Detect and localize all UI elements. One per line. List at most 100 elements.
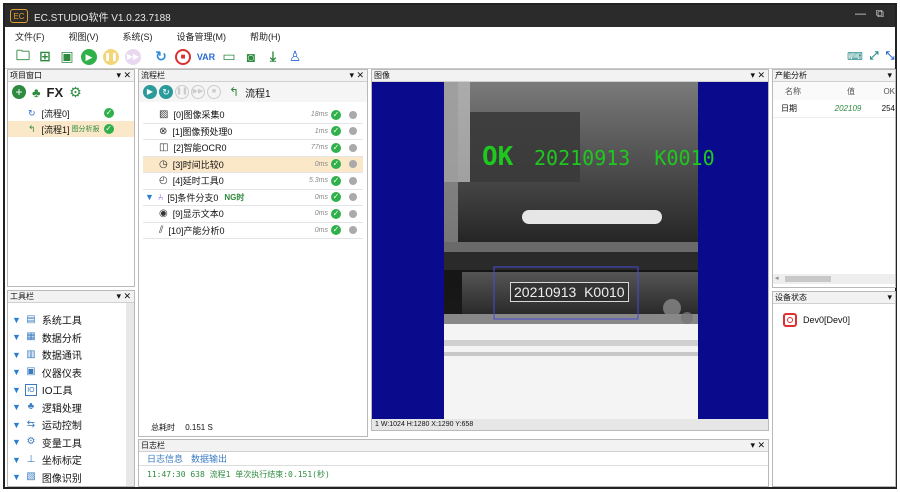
menu-system[interactable]: 系统(S)	[123, 30, 153, 43]
tool-category[interactable]: ▼ ⇆ 运动控制	[8, 416, 134, 434]
breakpoint-icon[interactable]	[349, 209, 357, 218]
tool-category[interactable]: ▼ ▧ 图像识别	[8, 469, 134, 487]
tool-category[interactable]: ▼ ▦ 数据分析	[8, 329, 134, 347]
refresh-icon[interactable]: ↻	[151, 47, 171, 67]
check-icon: ✓	[103, 124, 114, 134]
tool-category[interactable]: ▼ ▤ 系统工具	[8, 311, 134, 329]
run-icon[interactable]: ▶	[79, 47, 99, 67]
user-icon[interactable]: ♙	[285, 47, 305, 67]
breakpoint-icon[interactable]	[349, 176, 357, 185]
ok-status-text: OK	[482, 142, 514, 172]
pause-icon[interactable]: ❚❚	[101, 47, 121, 67]
breakpoint-icon[interactable]	[349, 160, 357, 169]
panel-controls[interactable]: ▾ ✕	[116, 291, 131, 302]
camera-icon[interactable]: ◙	[241, 47, 261, 67]
loop-run-icon[interactable]: ↻	[159, 85, 173, 99]
gear-icon[interactable]: ⚙	[69, 84, 82, 101]
flow-step[interactable]: ⊗ [1]图像预处理0 1ms ✓	[143, 124, 363, 140]
run-flow-icon[interactable]: ▶	[143, 85, 157, 99]
breakpoint-icon[interactable]	[349, 143, 357, 152]
menu-help[interactable]: 帮助(H)	[250, 30, 281, 43]
capacity-row[interactable]: 日期 202109 254	[773, 100, 895, 118]
check-icon: ✓	[331, 109, 341, 120]
delay-icon: ◴	[159, 175, 168, 187]
panel-controls[interactable]: ▾	[887, 292, 892, 303]
scroll-left-icon[interactable]: ◂	[775, 274, 779, 282]
tool-category[interactable]: ▼ ▣ 仪器仪表	[8, 364, 134, 382]
flow-step-time: 0ms	[314, 193, 328, 201]
flow-step[interactable]: ▼ ⑃ [5]条件分支0 NG时 0ms ✓	[143, 190, 363, 206]
panel-controls[interactable]: ▾ ✕	[750, 70, 765, 81]
check-icon: ✓	[331, 142, 341, 153]
cell-ok: 254	[881, 104, 895, 113]
app-logo: EC	[10, 9, 28, 23]
total-time: 总耗时 0.151 S	[151, 422, 213, 433]
breakpoint-icon[interactable]	[349, 193, 357, 202]
stop-flow-icon[interactable]: ■	[207, 85, 221, 99]
device-panel-title: 设备状态	[775, 293, 807, 302]
new-icon[interactable]: ⊞	[35, 47, 55, 67]
open-folder-icon[interactable]: 🗀	[13, 47, 33, 67]
flow-step[interactable]: ◷ [3]时间比较0 0ms ✓	[143, 156, 363, 173]
total-time-label: 总耗时	[151, 423, 175, 432]
camera-device-icon	[783, 313, 797, 327]
flow-step[interactable]: ◴ [4]延时工具0 5.3ms ✓	[143, 173, 363, 190]
restore-button[interactable]: ⧉	[876, 8, 884, 21]
expand-triangle-icon[interactable]: ▼	[145, 192, 154, 202]
flow-panel-header: 流程栏 ▾ ✕	[139, 70, 367, 82]
menu-file[interactable]: 文件(F)	[15, 30, 45, 43]
flow-step-time: 77ms	[310, 144, 328, 152]
scrollbar-thumb[interactable]	[785, 276, 831, 282]
toolbox-panel-header: 工具栏 ▾ ✕	[8, 291, 134, 303]
flow-step[interactable]: ◉ [9]显示文本0 0ms ✓	[143, 206, 363, 223]
tree-icon[interactable]: ♣	[32, 85, 41, 100]
menu-view[interactable]: 视图(V)	[69, 30, 99, 43]
step-flow-icon[interactable]: ▶▶	[191, 85, 205, 99]
flow-step[interactable]: ▨ [0]图像采集0 18ms ✓	[143, 107, 363, 124]
monitor-icon[interactable]: ▭	[219, 47, 239, 67]
flow-step-label: [4]延时工具0	[172, 176, 224, 187]
breakpoint-icon[interactable]	[349, 110, 357, 119]
breakpoint-icon[interactable]	[349, 127, 357, 136]
flow-step[interactable]: ◫ [2]智能OCR0 77ms ✓	[143, 140, 363, 157]
panel-controls[interactable]: ▾ ✕	[116, 70, 131, 81]
pause-flow-icon[interactable]: ❚❚	[175, 85, 189, 99]
panel-controls[interactable]: ▾ ✕	[750, 440, 765, 451]
tool-category-label: 运动控制	[41, 421, 82, 433]
minimize-button[interactable]: —	[855, 8, 866, 20]
log-tabs: 日志信息 数据输出	[139, 452, 768, 466]
project-item-selected[interactable]: ↰ [流程1] 图分析报 ✓	[8, 121, 134, 137]
tool-category[interactable]: ▼ ⊥ 坐标标定	[8, 451, 134, 469]
collapse-icon[interactable]: ⤡	[880, 47, 900, 67]
menu-device[interactable]: 设备管理(M)	[177, 30, 227, 43]
tab-log-info[interactable]: 日志信息	[147, 452, 183, 465]
expand-triangle-icon: ▼	[12, 314, 21, 325]
branch-icon: ⑃	[157, 192, 164, 203]
image-viewport[interactable]: OK 20210913 K0010 20210913 K0010	[372, 82, 768, 419]
breakpoint-icon[interactable]	[349, 226, 357, 235]
panel-controls[interactable]: ▾	[887, 70, 892, 81]
tool-category[interactable]: ▼ ⚙ 变量工具	[8, 434, 134, 452]
keyboard-icon[interactable]: ⌨	[845, 47, 865, 67]
tab-data-output[interactable]: 数据输出	[191, 452, 227, 465]
check-icon: ✓	[331, 192, 341, 203]
save-icon[interactable]: ▣	[57, 47, 77, 67]
capacity-scrollbar[interactable]: ◂	[773, 274, 895, 284]
tool-category[interactable]: ▼ ♣ 逻辑处理	[8, 399, 134, 417]
project-item[interactable]: ↻ [流程0] ✓	[8, 105, 134, 121]
tool-category[interactable]: ▼ IO IO工具	[8, 381, 134, 399]
check-icon: ✓	[104, 108, 114, 118]
fx-icon[interactable]: FX	[47, 85, 64, 100]
var-button[interactable]: VAR	[195, 47, 217, 67]
add-icon[interactable]: +	[12, 85, 26, 99]
stop-icon[interactable]: ■	[173, 47, 193, 67]
device-item[interactable]: Dev0[Dev0]	[773, 308, 895, 332]
download-icon[interactable]: ⤓	[263, 47, 283, 67]
main-toolbar: 🗀 ⊞ ▣ ▶ ❚❚ ▶▶ ↻ ■ VAR ▭ ◙ ⤓ ♙ ⌨ ⤢ ⤡	[5, 45, 895, 69]
image-panel: 图像 ▾ ✕ OK 20210913 K0010 20210913 K0010 …	[371, 69, 769, 431]
tool-category[interactable]: ▼ ▥ 数据通讯	[8, 346, 134, 364]
panel-controls[interactable]: ▾ ✕	[349, 70, 364, 81]
flow-step[interactable]: ⫽ [10]产能分析0 0ms ✓	[143, 223, 363, 239]
step-icon[interactable]: ▶▶	[123, 47, 143, 67]
toolbox-scrollbar[interactable]	[126, 303, 134, 486]
